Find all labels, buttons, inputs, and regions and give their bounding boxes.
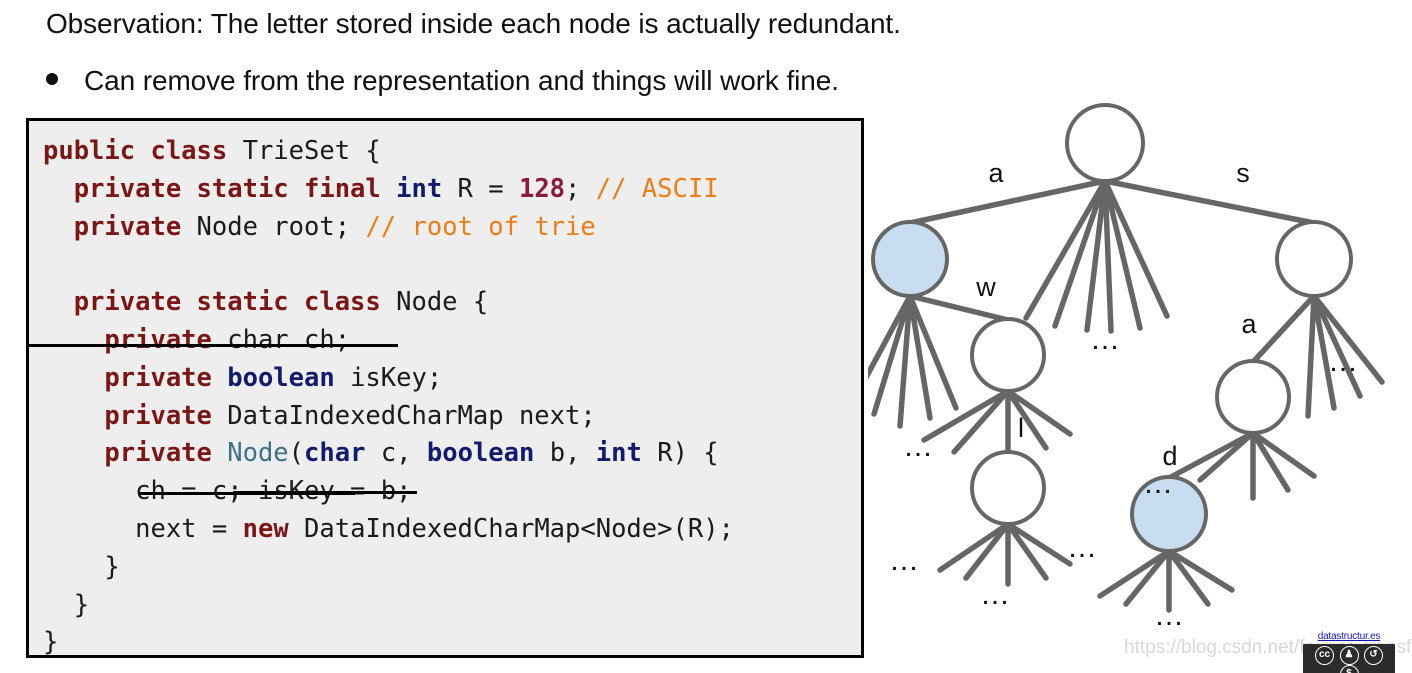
edge-label-s: s (1236, 158, 1250, 188)
trie-node-a-highlight[interactable] (871, 220, 949, 298)
bullet-row: Can remove from the representation and t… (46, 65, 839, 97)
bullet-text: Can remove from the representation and t… (84, 65, 839, 96)
creative-commons-badge-icon: cc ♟ ↺ $ (1303, 644, 1395, 673)
trie-svg: a s w a l d … … … … … … … … (868, 103, 1385, 632)
attribution-block: datastructur.es cc ♟ ↺ $ (1303, 631, 1395, 673)
cc-by-icon: ♟ (1339, 646, 1359, 665)
strikethrough-private-char-ch (26, 344, 398, 347)
trie-ellipses: … … … … … … … … (889, 323, 1358, 632)
ellipsis-a: … (903, 430, 933, 463)
ellipsis-awl: … (980, 578, 1010, 611)
datastructures-link[interactable]: datastructur.es (1303, 631, 1395, 643)
ellipsis-sad: … (1154, 599, 1184, 632)
slide-canvas: Observation: The letter stored inside ea… (0, 0, 1412, 673)
trie-node-root[interactable] (1065, 103, 1145, 183)
code-block: public class TrieSet { private static fi… (26, 118, 864, 658)
code-content: public class TrieSet { private static fi… (43, 136, 734, 658)
cc-nc-icon: $ (1339, 665, 1359, 673)
cc-mark-icon: cc (1315, 646, 1335, 665)
edge-label-l: l (1018, 413, 1024, 443)
cc-sa-icon: ↺ (1363, 646, 1383, 665)
ellipsis-s: … (1328, 345, 1358, 378)
edge-label-a1: a (988, 158, 1004, 188)
trie-node-aw[interactable] (970, 317, 1046, 393)
bullet-dot-icon (46, 73, 58, 85)
trie-node-s[interactable] (1275, 220, 1353, 298)
ellipsis-a2: … (889, 544, 919, 577)
trie-diagram: a s w a l d … … … … … … … … (868, 96, 1412, 641)
observation-text: Observation: The letter stored inside ea… (46, 8, 901, 39)
edge-label-w: w (975, 272, 996, 302)
ellipsis-aw: … (1067, 531, 1097, 564)
trie-node-awl[interactable] (970, 450, 1046, 526)
ellipsis-root: … (1090, 323, 1120, 356)
strikethrough-ch-equals-c (140, 492, 355, 495)
ellipsis-sa: … (1143, 467, 1173, 500)
trie-node-sa[interactable] (1215, 359, 1291, 435)
edge-label-a2: a (1241, 309, 1257, 339)
